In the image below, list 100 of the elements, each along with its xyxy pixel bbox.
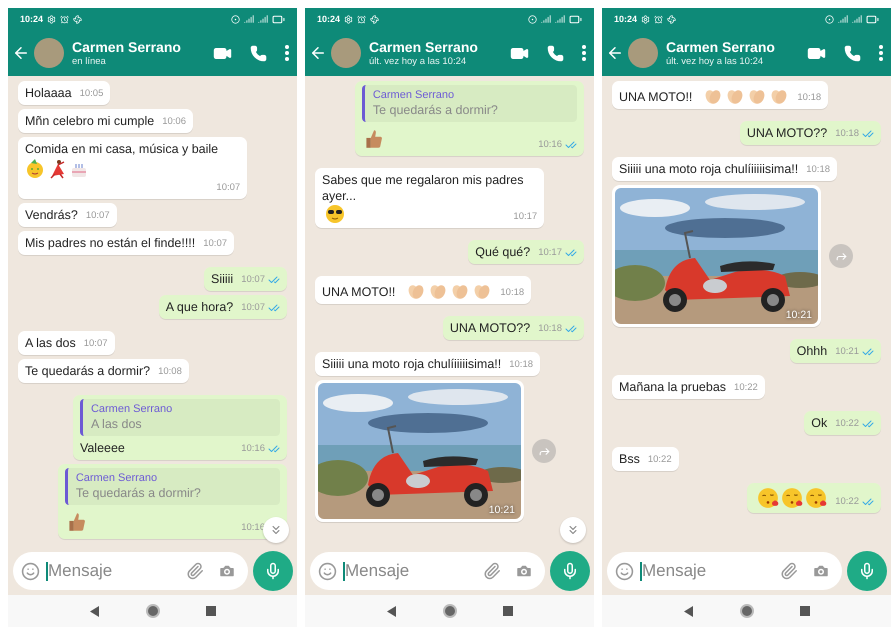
attach-button[interactable] [186,562,204,580]
kissing-face-icon [757,487,780,509]
message-time: 10:07 [216,181,240,195]
message-time: 10:06 [162,115,186,129]
message-text: UNA MOTO?? [450,320,530,336]
signal-icon [541,14,551,24]
text-cursor [343,562,345,581]
battery-icon [866,12,879,26]
sunglasses-face-icon [325,204,345,224]
message-text: Bss [619,451,640,467]
contact-name: Carmen Serrano [666,39,776,55]
back-nav-button[interactable] [386,606,396,616]
message-text: Ohhh [796,343,828,359]
contact-status: últ. vez hoy a las 10:24 [369,56,468,67]
settings-icon [641,14,650,24]
message-time: 10:18 [509,358,534,372]
quoted-message[interactable]: Carmen Serrano Te quedarás a dormir? [362,85,577,122]
back-button[interactable] [606,44,624,62]
scroll-down-button[interactable] [560,517,586,543]
message-field[interactable]: Mensaje [607,552,842,590]
alarm-icon [357,14,366,24]
quote-author: Carmen Serrano [372,88,456,102]
recents-nav-button[interactable] [502,606,512,616]
phone-call-button[interactable] [547,44,564,62]
alarm-icon [60,14,70,24]
emoji-button[interactable] [615,562,634,581]
back-button[interactable] [12,44,30,62]
message-field[interactable]: Mensaje [13,552,248,590]
emoji-button[interactable] [318,562,337,581]
scroll-down-button[interactable] [263,517,289,543]
message-text: A que hora? [166,299,234,315]
message-text: Mñn celebro mi cumple [25,113,154,129]
message-text: Sabes que me regalaron mis padres ayer... [322,172,525,204]
message-time: 10:21 [488,504,515,516]
text-cursor [46,562,48,581]
quoted-message[interactable]: Carmen Serrano A las dos [80,399,280,436]
message-text: Holaaaa [25,85,72,101]
contact-name: Carmen Serrano [369,39,479,55]
microphone-button[interactable] [253,551,293,591]
signal-icon [258,14,268,24]
message-time: 10:18 [835,127,859,141]
recents-nav-button[interactable] [800,606,810,616]
settings-icon [344,14,354,24]
message-time: 10:05 [80,87,104,101]
back-button[interactable] [309,44,327,62]
message-text: Te quedarás a dormir? [25,363,150,379]
signal-icon [555,14,565,24]
settings-icon [47,14,56,24]
microphone-button[interactable] [550,551,590,591]
attach-button[interactable] [780,562,798,580]
message-time: 10:18 [797,91,822,105]
battery-icon [272,12,285,26]
recents-nav-button[interactable] [206,606,216,616]
microphone-icon [858,562,876,580]
message-time: 10:07 [241,301,265,315]
message-text: Siiiii [210,271,234,287]
message-text: Ok [811,415,828,431]
message-time: 10:16 [241,442,265,456]
fan-icon [667,14,676,24]
contact-name: Carmen Serrano [72,39,182,55]
message-time: 10:18 [806,163,830,177]
text-cursor [640,562,642,581]
message-text: UNA MOTO!! [322,284,396,300]
quoted-message[interactable]: Carmen Serrano Te quedarás a dormir? [64,468,280,505]
message-field[interactable]: Mensaje [310,552,545,590]
back-nav-button[interactable] [684,606,694,616]
menu-button[interactable] [582,45,586,61]
message-text: Comida en mi casa, música y baile [25,141,218,157]
phone-call-button[interactable] [844,44,861,62]
message-time: 10:07 [86,209,110,223]
attach-button[interactable] [483,562,501,580]
menu-button[interactable] [285,45,289,61]
alarm-icon [654,14,664,24]
quote-text: Te quedarás a dormir? [372,102,499,118]
message-time: 10:18 [500,286,524,300]
signal-icon [852,14,862,24]
menu-button[interactable] [879,45,883,61]
message-time: 10:21 [786,309,812,321]
message-time: 10:17 [513,210,538,224]
emoji-button[interactable] [21,562,40,581]
back-nav-button[interactable] [90,606,100,616]
menu-icon [879,45,883,61]
message-time: 10:08 [158,365,182,379]
party-face-icon [25,159,45,179]
contact-status: en línea [72,56,107,67]
image-message[interactable]: 10:21 [612,185,821,327]
microphone-button[interactable] [847,551,887,591]
message-time: 10:17 [538,246,562,260]
phone-call-button[interactable] [250,44,267,62]
fan-icon [370,14,380,24]
quote-text: Te quedarás a dormir? [76,485,202,501]
message-time: 10:22 [835,495,859,509]
kissing-face-icon [805,487,828,509]
fan-icon [73,14,82,24]
home-nav-button[interactable] [740,604,754,618]
signal-icon [244,14,254,24]
home-nav-button[interactable] [146,604,160,618]
image-message[interactable]: 10:21 [315,380,524,522]
home-nav-button[interactable] [442,604,456,618]
message-text: Valeeee [80,440,125,456]
